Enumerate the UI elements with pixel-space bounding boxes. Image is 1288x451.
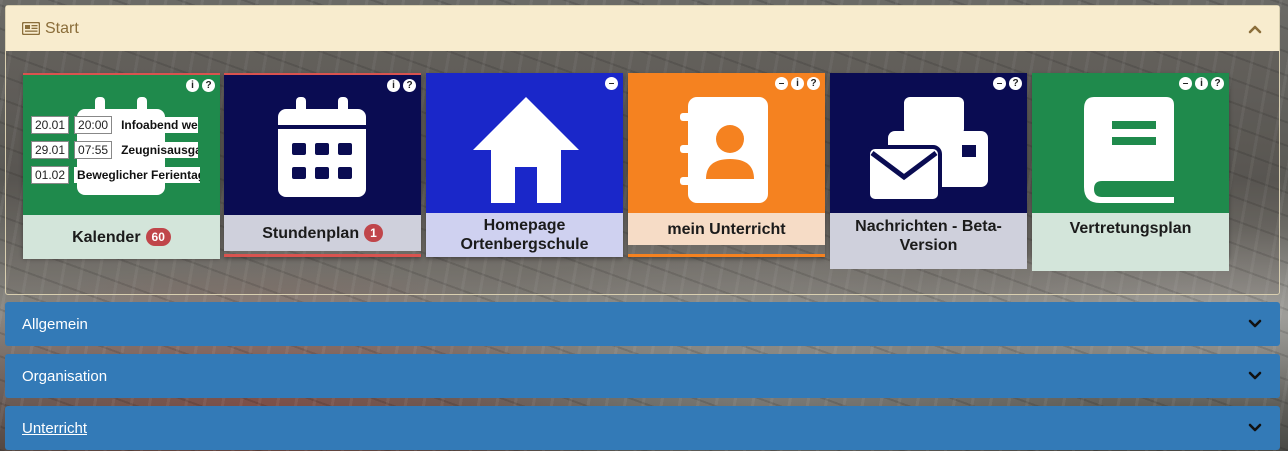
- tile-nachrichten-top: – ?: [830, 73, 1027, 213]
- minus-icon[interactable]: –: [605, 77, 618, 90]
- section-allgemein[interactable]: Allgemein: [5, 302, 1280, 346]
- count-badge: 1: [364, 224, 383, 242]
- home-icon: [473, 97, 579, 203]
- help-icon[interactable]: ?: [403, 79, 416, 92]
- tile-kalender-actions: i ?: [186, 79, 215, 92]
- calendar-event-row: 29.01 07:55 Zeugnisausgabe: [31, 141, 199, 159]
- section-allgemein-label: Allgemein: [22, 315, 88, 333]
- tile-kalender-label-area: Kalender 60: [23, 215, 220, 259]
- count-badge: 60: [145, 228, 171, 246]
- section-organisation[interactable]: Organisation: [5, 354, 1280, 398]
- event-date: 29.01: [31, 141, 70, 159]
- chevron-up-icon[interactable]: [1247, 21, 1263, 37]
- info-icon[interactable]: i: [791, 77, 804, 90]
- info-icon[interactable]: i: [186, 79, 199, 92]
- help-icon[interactable]: ?: [1211, 77, 1224, 90]
- event-time: 07:55: [74, 141, 113, 159]
- tile-kalender-top: 20.01 20:00 Infoabend weiterführende Sch…: [23, 75, 220, 215]
- tile-homepage-actions: –: [605, 77, 618, 90]
- tile-vertretungsplan[interactable]: – i ? Vertretungsplan: [1032, 73, 1229, 271]
- tile-vertretungsplan-actions: – i ?: [1179, 77, 1224, 90]
- tile-homepage-label: Homepage Ortenbergschule: [460, 217, 589, 253]
- info-icon[interactable]: i: [1195, 77, 1208, 90]
- chevron-down-icon[interactable]: [1247, 316, 1263, 332]
- tile-stundenplan[interactable]: i ? Stundenplan 1: [224, 73, 421, 257]
- tile-homepage[interactable]: – Homepage Ortenbergschule: [426, 73, 623, 257]
- calendar-grid-icon: [278, 97, 366, 197]
- help-icon[interactable]: ?: [807, 77, 820, 90]
- tile-nachrichten-label-area: Nachrichten - Beta-Version: [830, 213, 1027, 269]
- chevron-down-icon[interactable]: [1247, 420, 1263, 436]
- tile-stundenplan-label: Stundenplan: [262, 224, 360, 242]
- chevron-down-icon[interactable]: [1247, 368, 1263, 384]
- event-title: Zeugnisausgabe: [118, 142, 199, 158]
- minus-icon[interactable]: –: [993, 77, 1006, 90]
- minus-icon[interactable]: –: [1179, 77, 1192, 90]
- start-panel-title: Start: [45, 19, 79, 37]
- tile-mein-unterricht-actions: – i ?: [775, 77, 820, 90]
- tile-mein-unterricht[interactable]: – i ? mein Unterricht: [628, 73, 825, 257]
- calendar-event-row: 20.01 20:00 Infoabend weiterführende Sch…: [31, 116, 199, 134]
- section-unterricht-label: Unterricht: [22, 419, 88, 437]
- start-panel-header[interactable]: Start: [6, 6, 1279, 51]
- minus-icon[interactable]: –: [775, 77, 788, 90]
- start-panel: Start 20.01 20:00 Infoabend weiterführen…: [5, 5, 1280, 295]
- event-title: Infoabend weiterführende Schulen: [118, 117, 199, 133]
- calendar-event-row: 01.02 Beweglicher Ferientag: [31, 166, 201, 184]
- tile-nachrichten-actions: – ?: [993, 77, 1022, 90]
- tile-stundenplan-label-area: Stundenplan 1: [224, 215, 421, 251]
- help-icon[interactable]: ?: [202, 79, 215, 92]
- tile-nachrichten-label: Nachrichten - Beta-Version: [855, 218, 1002, 254]
- contact-book-icon: [680, 97, 768, 203]
- help-icon[interactable]: ?: [1009, 77, 1022, 90]
- book-icon: [1084, 97, 1174, 203]
- info-icon[interactable]: i: [387, 79, 400, 92]
- tile-vertretungsplan-top: – i ?: [1032, 73, 1229, 213]
- tile-stundenplan-top: i ?: [224, 75, 421, 215]
- event-title: Beweglicher Ferientag: [74, 167, 201, 183]
- tile-stundenplan-actions: i ?: [387, 79, 416, 92]
- event-time: 20:00: [74, 116, 113, 134]
- tile-vertretungsplan-label: Vertretungsplan: [1069, 220, 1192, 237]
- tile-kalender-label: Kalender: [72, 228, 141, 246]
- tile-vertretungsplan-label-area: Vertretungsplan: [1032, 213, 1229, 271]
- tile-mein-unterricht-label-area: mein Unterricht: [628, 213, 825, 245]
- tile-nachrichten[interactable]: – ? Nachrichten - Beta-Version: [830, 73, 1027, 269]
- section-unterricht[interactable]: Unterricht: [5, 406, 1280, 450]
- event-date: 20.01: [31, 116, 70, 134]
- newspaper-icon: [21, 21, 41, 36]
- tile-mein-unterricht-label: mein Unterricht: [667, 220, 786, 238]
- tile-homepage-label-area: Homepage Ortenbergschule: [426, 213, 623, 257]
- tile-kalender[interactable]: 20.01 20:00 Infoabend weiterführende Sch…: [23, 73, 220, 259]
- section-organisation-label: Organisation: [22, 367, 108, 385]
- tile-mein-unterricht-top: – i ?: [628, 73, 825, 213]
- event-date: 01.02: [31, 166, 70, 184]
- messages-icon: [866, 97, 988, 203]
- tile-homepage-top: –: [426, 73, 623, 213]
